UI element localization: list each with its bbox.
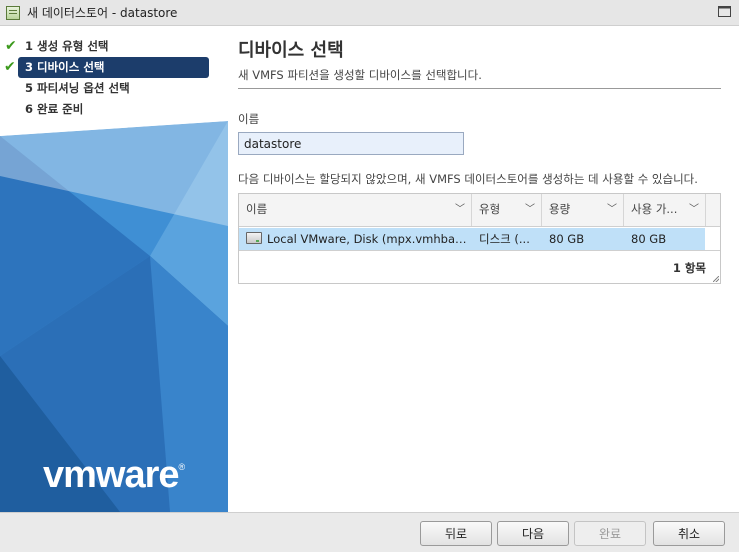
next-button[interactable]: 다음 (497, 521, 569, 546)
vmware-logo: vmware® (43, 454, 186, 497)
device-description: 다음 디바이스는 할당되지 않았으며, 새 VMFS 데이터스토어를 생성하는 … (238, 172, 698, 186)
vmware-logo-text: vmware (43, 454, 180, 496)
table-row[interactable]: Local VMware, Disk (mpx.vmhba0:... 디스크 (… (239, 228, 705, 251)
column-label: 이름 (246, 202, 268, 216)
chevron-down-icon[interactable]: ﹀ (689, 194, 699, 225)
cell-type: 디스크 (... (479, 232, 530, 246)
datastore-icon (6, 5, 20, 20)
window-titlebar: 새 데이터스토어 - datastore (0, 0, 739, 26)
column-label: 유형 (479, 202, 501, 216)
column-header-available[interactable]: 사용 가... ﹀ (624, 194, 706, 226)
chevron-down-icon[interactable]: ﹀ (455, 194, 465, 225)
step-5-partitioning-options[interactable]: 5 파티셔닝 옵션 선택 (0, 78, 228, 99)
divider (238, 88, 721, 89)
table-header: 이름 ﹀ 유형 ﹀ 용량 ﹀ 사용 가... ﹀ (239, 194, 720, 227)
step-3-select-device[interactable]: ✔ 3 디바이스 선택 (4, 57, 209, 78)
column-header-name[interactable]: 이름 ﹀ (239, 194, 472, 226)
step-6-ready-to-complete[interactable]: 6 완료 준비 (0, 99, 228, 120)
step-label: 1 생성 유형 선택 (25, 39, 109, 53)
step-label: 5 파티셔닝 옵션 선택 (25, 81, 130, 95)
column-header-capacity[interactable]: 용량 ﹀ (542, 194, 624, 226)
maximize-icon[interactable] (718, 6, 731, 17)
cell-device-name: Local VMware, Disk (mpx.vmhba0:... (239, 228, 472, 251)
column-header-type[interactable]: 유형 ﹀ (472, 194, 542, 226)
cell-available: 80 GB (631, 232, 667, 246)
wizard-footer: 뒤로 다음 완료 취소 (0, 512, 739, 552)
name-label: 이름 (238, 112, 260, 126)
datastore-name-input[interactable] (238, 132, 464, 155)
back-button[interactable]: 뒤로 (420, 521, 492, 546)
resize-grip-icon[interactable] (713, 276, 719, 282)
column-label: 사용 가... (631, 202, 678, 216)
registered-mark: ® (178, 462, 186, 472)
step-1-select-creation-type[interactable]: ✔ 1 생성 유형 선택 (0, 36, 228, 57)
cancel-button[interactable]: 취소 (653, 521, 725, 546)
column-label: 용량 (549, 202, 571, 216)
wizard-steps: ✔ 1 생성 유형 선택 ✔ 3 디바이스 선택 5 파티셔닝 옵션 선택 6 … (0, 36, 228, 120)
page-subtitle: 새 VMFS 파티션을 생성할 디바이스를 선택합니다. (238, 68, 482, 82)
page-title: 디바이스 선택 (238, 40, 344, 61)
chevron-down-icon[interactable]: ﹀ (607, 194, 617, 225)
device-name: Local VMware, Disk (mpx.vmhba0:... (267, 232, 472, 246)
table-footer: 1 항목 (239, 250, 720, 283)
cell-capacity: 80 GB (549, 232, 585, 246)
wizard-sidebar: ✔ 1 생성 유형 선택 ✔ 3 디바이스 선택 5 파티셔닝 옵션 선택 6 … (0, 26, 228, 512)
chevron-down-icon[interactable]: ﹀ (525, 194, 535, 225)
finish-button[interactable]: 완료 (574, 521, 646, 546)
disk-icon (246, 232, 262, 244)
window-title: 새 데이터스토어 - datastore (27, 6, 178, 20)
checkmark-icon: ✔ (5, 38, 17, 54)
step-label: 6 완료 준비 (25, 102, 84, 116)
checkmark-icon: ✔ (4, 59, 16, 75)
device-table: 이름 ﹀ 유형 ﹀ 용량 ﹀ 사용 가... ﹀ Local VMware, D… (238, 193, 721, 284)
step-label: 3 디바이스 선택 (25, 60, 105, 74)
item-count: 1 항목 (672, 261, 706, 275)
